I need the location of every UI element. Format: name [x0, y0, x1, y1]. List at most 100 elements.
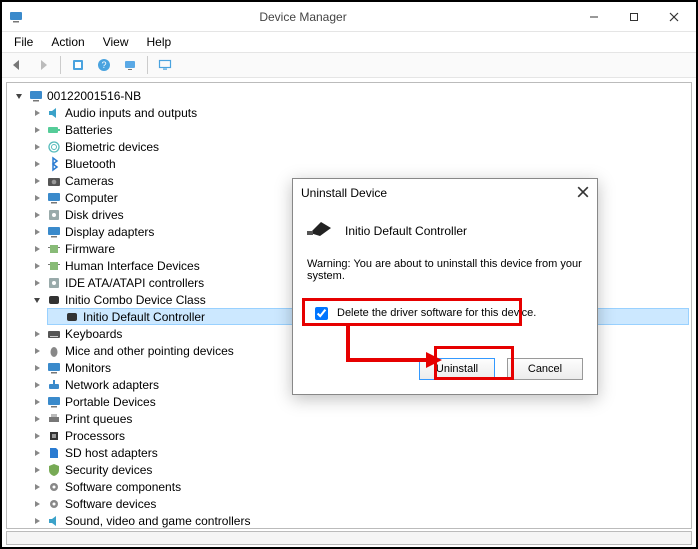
tree-category[interactable]: Bluetooth [29, 155, 689, 172]
help-topic-button[interactable]: ? [93, 54, 115, 76]
expand-icon[interactable] [31, 396, 43, 408]
tree-category-label: Monitors [65, 361, 111, 375]
expand-icon[interactable] [31, 345, 43, 357]
uninstall-dialog: Uninstall Device Initio Default Controll… [292, 178, 598, 395]
expand-icon[interactable] [31, 226, 43, 238]
forward-button[interactable] [32, 54, 54, 76]
expand-icon[interactable] [31, 107, 43, 119]
tree-category[interactable]: Software devices [29, 495, 689, 512]
expand-icon[interactable] [31, 294, 43, 306]
monitor-icon [46, 224, 62, 240]
show-hidden-button[interactable] [67, 54, 89, 76]
expand-icon[interactable] [31, 481, 43, 493]
tree-category-label: Portable Devices [65, 395, 156, 409]
tree-category[interactable]: Portable Devices [29, 393, 689, 410]
expand-icon[interactable] [31, 277, 43, 289]
tree-category-label: Cameras [65, 174, 114, 188]
window-title: Device Manager [32, 10, 574, 24]
tree-category[interactable]: SD host adapters [29, 444, 689, 461]
tree-category[interactable]: Security devices [29, 461, 689, 478]
expand-icon[interactable] [31, 158, 43, 170]
menu-action[interactable]: Action [43, 33, 92, 51]
cancel-button[interactable]: Cancel [507, 358, 583, 380]
disk-icon [46, 207, 62, 223]
expand-icon[interactable] [31, 124, 43, 136]
tree-category-label: Keyboards [65, 327, 122, 341]
dialog-device-name: Initio Default Controller [345, 224, 467, 238]
menu-view[interactable]: View [95, 33, 137, 51]
tree-category[interactable]: Batteries [29, 121, 689, 138]
expand-icon[interactable] [13, 90, 25, 102]
close-button[interactable] [654, 3, 694, 31]
tree-category-label: Firmware [65, 242, 115, 256]
toolbar-separator [147, 56, 148, 74]
monitor-button[interactable] [154, 54, 176, 76]
tree-category[interactable]: Processors [29, 427, 689, 444]
tree-root-label: 00122001516-NB [47, 89, 141, 103]
tree-category[interactable]: Audio inputs and outputs [29, 104, 689, 121]
tree-category-label: Initio Combo Device Class [65, 293, 206, 307]
svg-text:?: ? [101, 60, 106, 70]
tree-root[interactable]: 00122001516-NB [11, 87, 689, 104]
tree-category-label: Software components [65, 480, 181, 494]
status-bar [6, 531, 692, 545]
toolbar-separator [60, 56, 61, 74]
uninstall-button[interactable]: Uninstall [419, 358, 495, 380]
scan-button[interactable] [119, 54, 141, 76]
expand-icon[interactable] [31, 379, 43, 391]
bluetooth-icon [46, 156, 62, 172]
mouse-icon [46, 343, 62, 359]
app-icon [8, 9, 24, 25]
toolbar: ? [2, 52, 696, 78]
delete-driver-row[interactable]: Delete the driver software for this devi… [307, 302, 583, 324]
tree-category-label: SD host adapters [65, 446, 158, 460]
expand-icon[interactable] [31, 141, 43, 153]
tree-category-label: Disk drives [65, 208, 124, 222]
gear-icon [46, 496, 62, 512]
camera-icon [46, 173, 62, 189]
tree-category-label: Batteries [65, 123, 112, 137]
tree-category[interactable]: Biometric devices [29, 138, 689, 155]
expand-icon[interactable] [31, 243, 43, 255]
delete-driver-checkbox[interactable] [315, 307, 328, 320]
expand-icon[interactable] [31, 413, 43, 425]
expand-icon[interactable] [31, 362, 43, 374]
expand-icon[interactable] [31, 328, 43, 340]
device-icon [307, 219, 335, 242]
menu-bar: File Action View Help [2, 32, 696, 52]
tree-category[interactable]: Print queues [29, 410, 689, 427]
printer-icon [46, 411, 62, 427]
expand-icon[interactable] [31, 209, 43, 221]
back-button[interactable] [6, 54, 28, 76]
minimize-button[interactable] [574, 3, 614, 31]
expand-icon[interactable] [31, 498, 43, 510]
tree-category-label: Computer [65, 191, 118, 205]
network-icon [46, 377, 62, 393]
expand-icon[interactable] [31, 430, 43, 442]
cpu-icon [46, 428, 62, 444]
disk-icon [46, 275, 62, 291]
expand-icon[interactable] [31, 464, 43, 476]
expand-icon[interactable] [31, 515, 43, 527]
monitor-icon [46, 360, 62, 376]
expand-icon[interactable] [31, 447, 43, 459]
computer-icon [28, 88, 44, 104]
expand-icon[interactable] [31, 175, 43, 187]
tree-category-label: IDE ATA/ATAPI controllers [65, 276, 204, 290]
delete-driver-label: Delete the driver software for this devi… [337, 307, 536, 319]
dialog-title: Uninstall Device [301, 186, 577, 200]
tree-category-label: Print queues [65, 412, 132, 426]
tree-device-label: Initio Default Controller [83, 310, 205, 324]
battery-icon [46, 122, 62, 138]
menu-help[interactable]: Help [139, 33, 180, 51]
maximize-button[interactable] [614, 3, 654, 31]
tree-category[interactable]: Software components [29, 478, 689, 495]
menu-file[interactable]: File [6, 33, 41, 51]
shield-icon [46, 462, 62, 478]
tree-category[interactable]: Sound, video and game controllers [29, 512, 689, 529]
expand-icon[interactable] [31, 192, 43, 204]
tree-category-label: Network adapters [65, 378, 159, 392]
tree-category-label: Display adapters [65, 225, 154, 239]
expand-icon[interactable] [31, 260, 43, 272]
dialog-close-button[interactable] [577, 186, 589, 201]
